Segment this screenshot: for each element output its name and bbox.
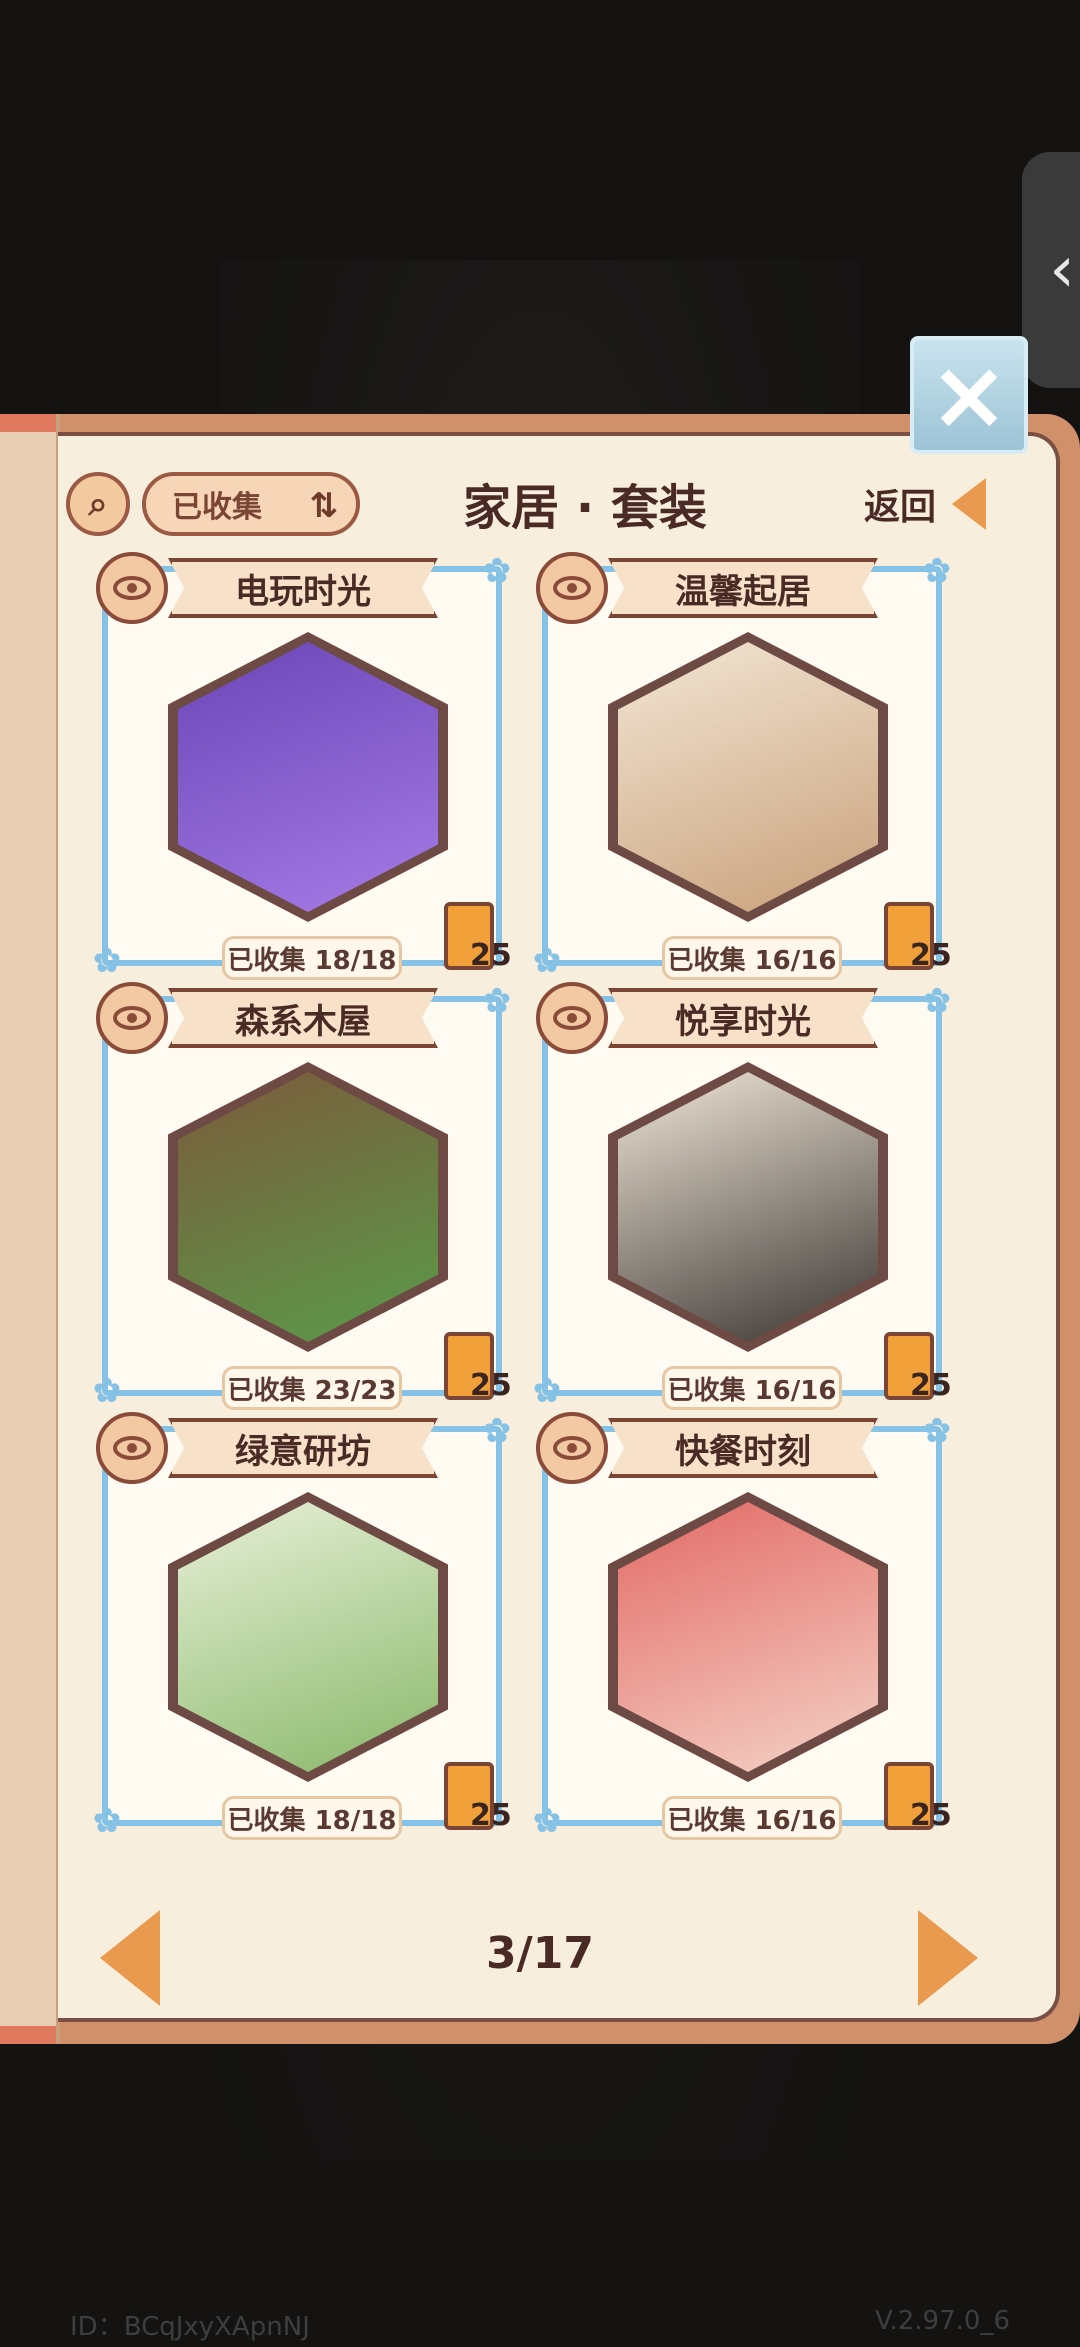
- next-page-button[interactable]: [918, 1910, 978, 2006]
- bow-icon: ✿: [532, 1801, 562, 1841]
- collected-count: 已收集 23/23: [222, 1366, 402, 1410]
- sort-icon: ⇅: [309, 486, 339, 526]
- suite-preview-image: [608, 632, 888, 922]
- suite-preview-image: [168, 1062, 448, 1352]
- back-label: 返回: [864, 487, 937, 528]
- search-button[interactable]: ⌕: [66, 472, 130, 536]
- previous-page-button[interactable]: [100, 1910, 160, 2006]
- collected-count: 已收集 16/16: [662, 1796, 842, 1840]
- book-points: 25: [470, 938, 512, 973]
- bow-icon: ✿: [92, 941, 122, 981]
- book-points: 25: [470, 1368, 512, 1403]
- back-button[interactable]: 返回: [864, 474, 1014, 534]
- suite-preview-image: [168, 1492, 448, 1782]
- book-points: 25: [470, 1798, 512, 1833]
- preview-eye-button[interactable]: [536, 552, 608, 624]
- suite-card[interactable]: ✿ ✿ 绿意研坊 已收集 18/18 25: [93, 1412, 512, 1840]
- suite-card[interactable]: ✿ ✿ 温馨起居 已收集 16/16 25: [533, 552, 952, 980]
- bow-icon: ✿: [482, 551, 512, 591]
- back-arrow-icon: [952, 478, 987, 530]
- suite-title-banner: 悦享时光: [608, 988, 878, 1048]
- suite-title-banner: 电玩时光: [168, 558, 438, 618]
- suite-preview-image: [608, 1062, 888, 1352]
- suite-preview-image: [608, 1492, 888, 1782]
- book-spine: [0, 414, 60, 2044]
- bow-icon: ✿: [922, 551, 952, 591]
- bow-icon: ✿: [92, 1801, 122, 1841]
- book-points: 25: [910, 938, 952, 973]
- chevron-left-icon: ‹: [1049, 233, 1075, 307]
- preview-eye-button[interactable]: [536, 1412, 608, 1484]
- suite-card[interactable]: ✿ ✿ 电玩时光 已收集 18/18 25: [93, 552, 512, 980]
- suite-card[interactable]: ✿ ✿ 悦享时光 已收集 16/16 25: [533, 982, 952, 1410]
- bow-icon: ✿: [922, 981, 952, 1021]
- collected-filter-label: 已收集: [172, 490, 262, 525]
- close-icon: ×: [928, 339, 1010, 451]
- page-title: 家居 · 套装: [463, 480, 707, 536]
- book-points: 25: [910, 1368, 952, 1403]
- side-tab-collapse-button[interactable]: ‹: [1022, 152, 1080, 388]
- collected-count: 已收集 16/16: [662, 936, 842, 980]
- eye-icon: [553, 576, 591, 600]
- bow-icon: ✿: [532, 941, 562, 981]
- suite-title-banner: 快餐时刻: [608, 1418, 878, 1478]
- eye-icon: [113, 1006, 151, 1030]
- eye-icon: [553, 1006, 591, 1030]
- bow-icon: ✿: [92, 1371, 122, 1411]
- suite-title-banner: 森系木屋: [168, 988, 438, 1048]
- suite-card[interactable]: ✿ ✿ 森系木屋 已收集 23/23 25: [93, 982, 512, 1410]
- bow-icon: ✿: [482, 1411, 512, 1451]
- player-id: ID：BCqJxyXApnNJ: [70, 2312, 310, 2342]
- close-button[interactable]: ×: [910, 336, 1028, 454]
- collected-filter-button[interactable]: 已收集 ⇅: [142, 472, 360, 536]
- preview-eye-button[interactable]: [536, 982, 608, 1054]
- collected-count: 已收集 18/18: [222, 936, 402, 980]
- page-indicator: 3/17: [486, 1928, 594, 1979]
- preview-eye-button[interactable]: [96, 1412, 168, 1484]
- eye-icon: [113, 576, 151, 600]
- book-points: 25: [910, 1798, 952, 1833]
- collected-count: 已收集 18/18: [222, 1796, 402, 1840]
- search-icon: ⌕: [88, 484, 108, 524]
- suite-title-banner: 绿意研坊: [168, 1418, 438, 1478]
- bow-icon: ✿: [482, 981, 512, 1021]
- eye-icon: [553, 1436, 591, 1460]
- version-label: V.2.97.0_6: [875, 2306, 1010, 2336]
- eye-icon: [113, 1436, 151, 1460]
- suite-title-banner: 温馨起居: [608, 558, 878, 618]
- bow-icon: ✿: [532, 1371, 562, 1411]
- suite-preview-image: [168, 632, 448, 922]
- collected-count: 已收集 16/16: [662, 1366, 842, 1410]
- preview-eye-button[interactable]: [96, 982, 168, 1054]
- bow-icon: ✿: [922, 1411, 952, 1451]
- preview-eye-button[interactable]: [96, 552, 168, 624]
- suite-card[interactable]: ✿ ✿ 快餐时刻 已收集 16/16 25: [533, 1412, 952, 1840]
